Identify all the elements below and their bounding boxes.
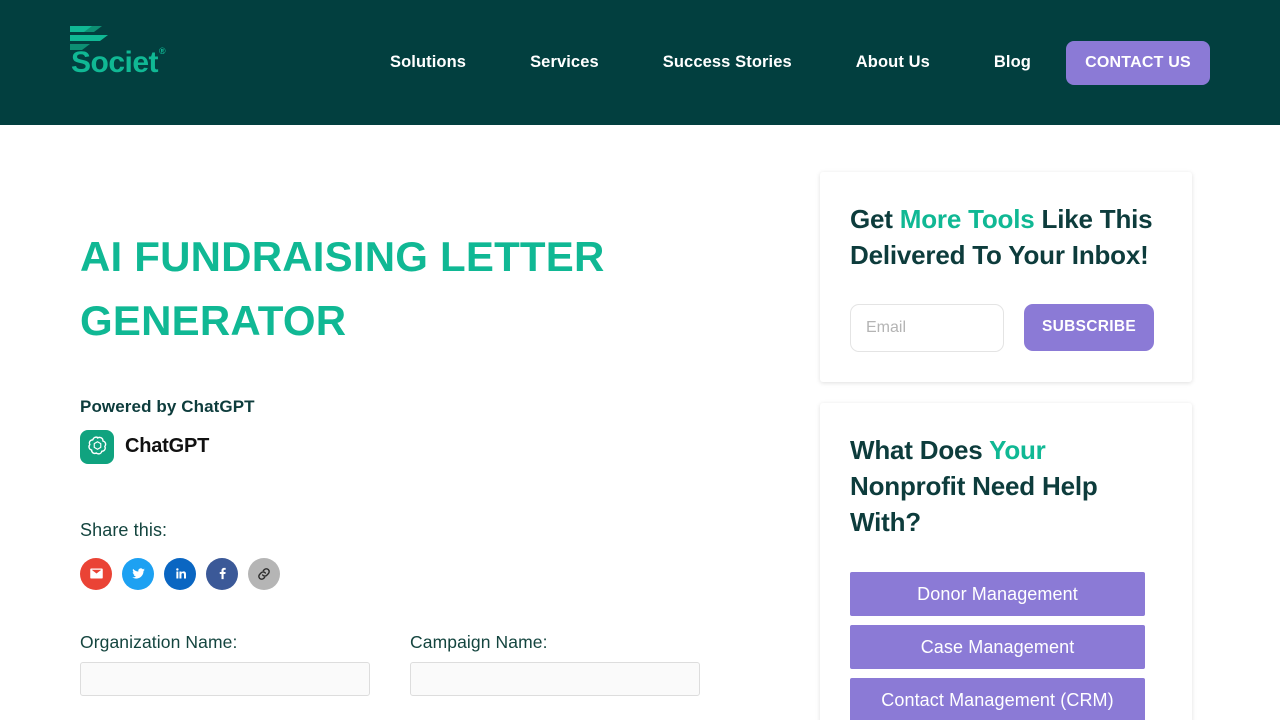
newsletter-email-input[interactable] — [850, 303, 1004, 352]
share-linkedin-button[interactable] — [164, 557, 196, 590]
input-campaign-name[interactable] — [410, 661, 700, 696]
subscribe-button[interactable]: SUBSCRIBE — [1024, 303, 1154, 351]
site-header: Societ ® Solutions Services Success Stori… — [0, 0, 1280, 125]
needs-title-part1: What Does — [850, 434, 990, 465]
nav-item-solutions[interactable]: Solutions — [390, 43, 466, 82]
needs-title: What Does Your Nonprofit Need Help With? — [850, 433, 1162, 541]
newsletter-title: Get More Tools Like This Delivered To Yo… — [850, 202, 1162, 274]
needs-title-part2: Nonprofit Need Help With? — [850, 470, 1098, 537]
needs-title-highlight: Your — [989, 434, 1046, 465]
input-organization-name[interactable] — [80, 661, 370, 696]
openai-logo-icon — [80, 429, 114, 464]
label-campaign-name: Campaign Name: — [410, 631, 548, 652]
brand-trademark: ® — [159, 46, 166, 56]
nav-item-services[interactable]: Services — [530, 43, 599, 82]
nav-item-blog[interactable]: Blog — [994, 43, 1031, 82]
powered-by-label: Powered by ChatGPT — [80, 396, 255, 416]
need-option-donor-management[interactable]: Donor Management — [850, 572, 1145, 617]
newsletter-title-part1: Get — [850, 204, 900, 234]
need-option-contact-management-crm[interactable]: Contact Management (CRM) — [850, 678, 1145, 720]
facebook-f-icon — [219, 568, 226, 580]
subscribe-row: SUBSCRIBE — [850, 303, 1162, 352]
page-body: AI FUNDRAISING LETTER GENERATOR Powered … — [0, 125, 1280, 720]
link-chain-icon — [258, 567, 270, 580]
needs-options-list: Donor Management Case Management Contact… — [850, 572, 1162, 720]
envelope-icon — [89, 568, 103, 579]
main-navigation: Solutions Services Success Stories About… — [390, 0, 1031, 125]
nonprofit-needs-card: What Does Your Nonprofit Need Help With?… — [820, 402, 1192, 720]
sidebar: Get More Tools Like This Delivered To Yo… — [820, 172, 1192, 720]
brand-wordmark: Societ ® — [71, 46, 166, 79]
share-facebook-button[interactable] — [206, 557, 238, 590]
share-this-label: Share this: — [80, 519, 168, 540]
main-content-column: AI FUNDRAISING LETTER GENERATOR Powered … — [80, 125, 720, 720]
label-organization-name: Organization Name: — [80, 631, 238, 652]
share-twitter-button[interactable] — [122, 557, 154, 590]
linkedin-in-icon — [175, 568, 186, 579]
newsletter-title-highlight: More Tools — [899, 204, 1035, 234]
newsletter-card: Get More Tools Like This Delivered To Yo… — [820, 172, 1192, 382]
nav-item-success-stories[interactable]: Success Stories — [663, 43, 792, 82]
chatgpt-label: ChatGPT — [125, 435, 210, 458]
chatgpt-badge: ChatGPT — [80, 429, 720, 464]
share-email-button[interactable] — [80, 557, 112, 590]
generator-form: Organization Name: Campaign Name: Fundra… — [80, 632, 720, 720]
share-copy-link-button[interactable] — [248, 557, 280, 590]
share-buttons-row — [80, 557, 720, 590]
field-organization-name: Organization Name: — [80, 632, 370, 696]
need-option-case-management[interactable]: Case Management — [850, 625, 1145, 670]
nav-item-about-us[interactable]: About Us — [856, 43, 930, 82]
brand-logo-link[interactable]: Societ ® — [68, 24, 198, 82]
page-title: AI FUNDRAISING LETTER GENERATOR — [80, 233, 605, 344]
contact-us-button[interactable]: CONTACT US — [1066, 41, 1210, 85]
field-campaign-name: Campaign Name: — [410, 632, 700, 696]
twitter-bird-icon — [131, 568, 145, 579]
